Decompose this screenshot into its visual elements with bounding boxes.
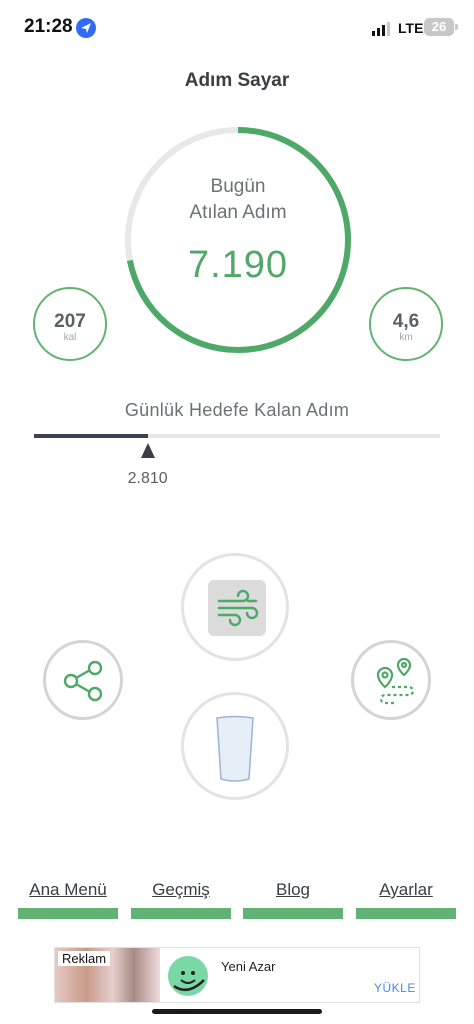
ad-install-button[interactable]: YÜKLE — [374, 981, 416, 995]
water-button[interactable] — [181, 692, 289, 800]
share-icon — [63, 660, 103, 702]
share-button[interactable] — [43, 640, 123, 720]
wind-icon — [208, 580, 266, 636]
page-title: Adım Sayar — [184, 70, 290, 91]
ad-app-logo[interactable] — [168, 956, 208, 996]
steps-progress-ring — [125, 127, 351, 353]
nav-history[interactable]: Geçmiş — [131, 880, 231, 900]
goal-pointer-icon — [140, 443, 155, 458]
distance-value: 4,6 — [392, 311, 420, 332]
steps-count: 7.190 — [187, 244, 289, 286]
nav-blog-bar[interactable] — [243, 908, 343, 919]
nav-main-menu-bar[interactable] — [18, 908, 118, 919]
route-map-icon — [376, 657, 415, 705]
nav-settings-bar[interactable] — [356, 908, 456, 919]
battery-indicator: 26 — [424, 18, 458, 36]
nav-blog[interactable]: Blog — [243, 880, 343, 900]
steps-taken-label: Atılan Adım — [189, 202, 287, 223]
location-arrow-icon — [76, 18, 96, 38]
route-button[interactable] — [351, 640, 431, 720]
network-type: LTE — [398, 20, 424, 36]
water-glass-icon — [216, 715, 254, 782]
nav-history-bar[interactable] — [131, 908, 231, 919]
calories-badge: 207 kal — [33, 287, 107, 361]
signal-icon — [372, 22, 390, 36]
status-time: 21:28 — [24, 16, 73, 37]
calories-unit: kal — [63, 332, 77, 343]
nav-main-menu[interactable]: Ana Menü — [18, 880, 118, 900]
distance-badge: 4,6 km — [369, 287, 443, 361]
calories-value: 207 — [54, 311, 86, 332]
remaining-steps: 2.810 — [127, 470, 168, 487]
ad-tag: Reklam — [58, 951, 111, 966]
goal-progress-fill — [34, 434, 148, 438]
today-label: Bugün — [210, 176, 266, 197]
ad-app-name: Yeni Azar — [221, 959, 276, 974]
nav-settings[interactable]: Ayarlar — [356, 880, 456, 900]
distance-unit: km — [399, 332, 413, 343]
goal-label: Günlük Hedefe Kalan Adım — [124, 400, 350, 420]
home-indicator[interactable] — [152, 1009, 322, 1014]
